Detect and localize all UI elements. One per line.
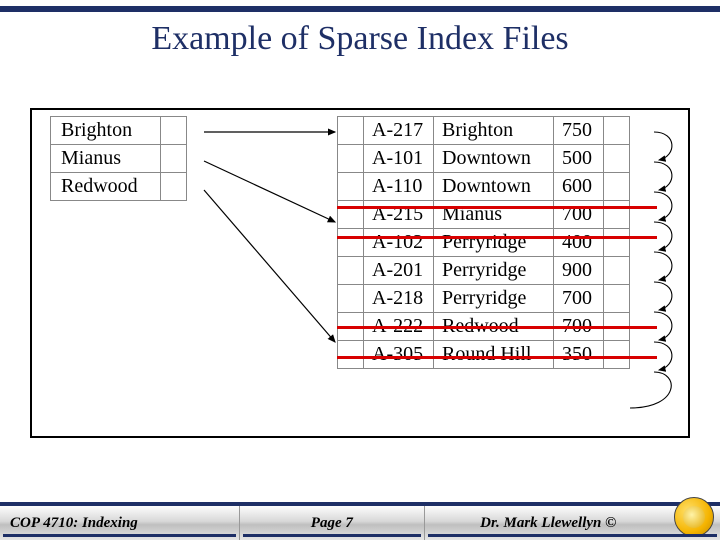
footer-author-text: Dr. Mark Llewellyn © xyxy=(480,515,616,532)
record-id: A-110 xyxy=(364,173,434,201)
record-value: 700 xyxy=(554,285,604,313)
index-label: Brighton xyxy=(51,117,161,145)
record-value: 900 xyxy=(554,257,604,285)
block-cell xyxy=(338,173,364,201)
footer-course: COP 4710: Indexing xyxy=(0,506,240,540)
table-row: A-215Mianus700 xyxy=(338,201,630,229)
record-id: A-102 xyxy=(364,229,434,257)
link-cell xyxy=(604,117,630,145)
footer-page: Page 7 xyxy=(240,506,424,540)
record-city: Brighton xyxy=(434,117,554,145)
table-row: A-305Round Hill350 xyxy=(338,341,630,369)
block-cell xyxy=(338,257,364,285)
record-city: Perryridge xyxy=(434,229,554,257)
table-row: A-110Downtown600 xyxy=(338,173,630,201)
data-table: A-217Brighton750 A-101Downtown500 A-110D… xyxy=(337,116,630,369)
slide-title: Example of Sparse Index Files xyxy=(0,20,720,58)
record-value: 500 xyxy=(554,145,604,173)
table-row: A-102Perryridge400 xyxy=(338,229,630,257)
record-city: Perryridge xyxy=(434,285,554,313)
record-id: A-101 xyxy=(364,145,434,173)
record-city: Downtown xyxy=(434,173,554,201)
record-value: 750 xyxy=(554,117,604,145)
index-pointer-cell xyxy=(161,117,187,145)
block-divider xyxy=(337,236,657,239)
record-value: 700 xyxy=(554,201,604,229)
record-city: Perryridge xyxy=(434,257,554,285)
record-city: Downtown xyxy=(434,145,554,173)
block-cell xyxy=(338,201,364,229)
index-label: Redwood xyxy=(51,173,161,201)
link-cell xyxy=(604,145,630,173)
link-cell xyxy=(604,257,630,285)
table-row: Brighton xyxy=(51,117,187,145)
top-navy-bar xyxy=(0,6,720,12)
block-cell xyxy=(338,285,364,313)
index-pointer-cell xyxy=(161,145,187,173)
link-cell xyxy=(604,173,630,201)
record-id: A-217 xyxy=(364,117,434,145)
record-city: Round Hill xyxy=(434,341,554,369)
block-cell xyxy=(338,341,364,369)
table-row: Mianus xyxy=(51,145,187,173)
footer-bar: COP 4710: Indexing Page 7 Dr. Mark Llewe… xyxy=(0,502,720,540)
ucf-logo-icon xyxy=(674,497,714,537)
index-pointer-cell xyxy=(161,173,187,201)
link-cell xyxy=(604,285,630,313)
record-id: A-201 xyxy=(364,257,434,285)
table-row: Redwood xyxy=(51,173,187,201)
block-divider xyxy=(337,206,657,209)
record-city: Mianus xyxy=(434,201,554,229)
block-cell xyxy=(338,145,364,173)
index-label: Mianus xyxy=(51,145,161,173)
link-cell xyxy=(604,341,630,369)
block-cell xyxy=(338,229,364,257)
footer-author: Dr. Mark Llewellyn © xyxy=(425,506,720,540)
index-table: Brighton Mianus Redwood xyxy=(50,116,187,201)
block-divider xyxy=(337,326,657,329)
record-value: 350 xyxy=(554,341,604,369)
record-id: A-215 xyxy=(364,201,434,229)
table-row: A-218Perryridge700 xyxy=(338,285,630,313)
table-row: A-101Downtown500 xyxy=(338,145,630,173)
record-value: 400 xyxy=(554,229,604,257)
link-cell xyxy=(604,201,630,229)
diagram-frame: Brighton Mianus Redwood A-217Brighton750… xyxy=(30,108,690,438)
table-row: A-201Perryridge900 xyxy=(338,257,630,285)
record-id: A-305 xyxy=(364,341,434,369)
record-id: A-218 xyxy=(364,285,434,313)
link-cell xyxy=(604,229,630,257)
record-value: 600 xyxy=(554,173,604,201)
block-cell xyxy=(338,117,364,145)
block-divider xyxy=(337,356,657,359)
table-row: A-217Brighton750 xyxy=(338,117,630,145)
